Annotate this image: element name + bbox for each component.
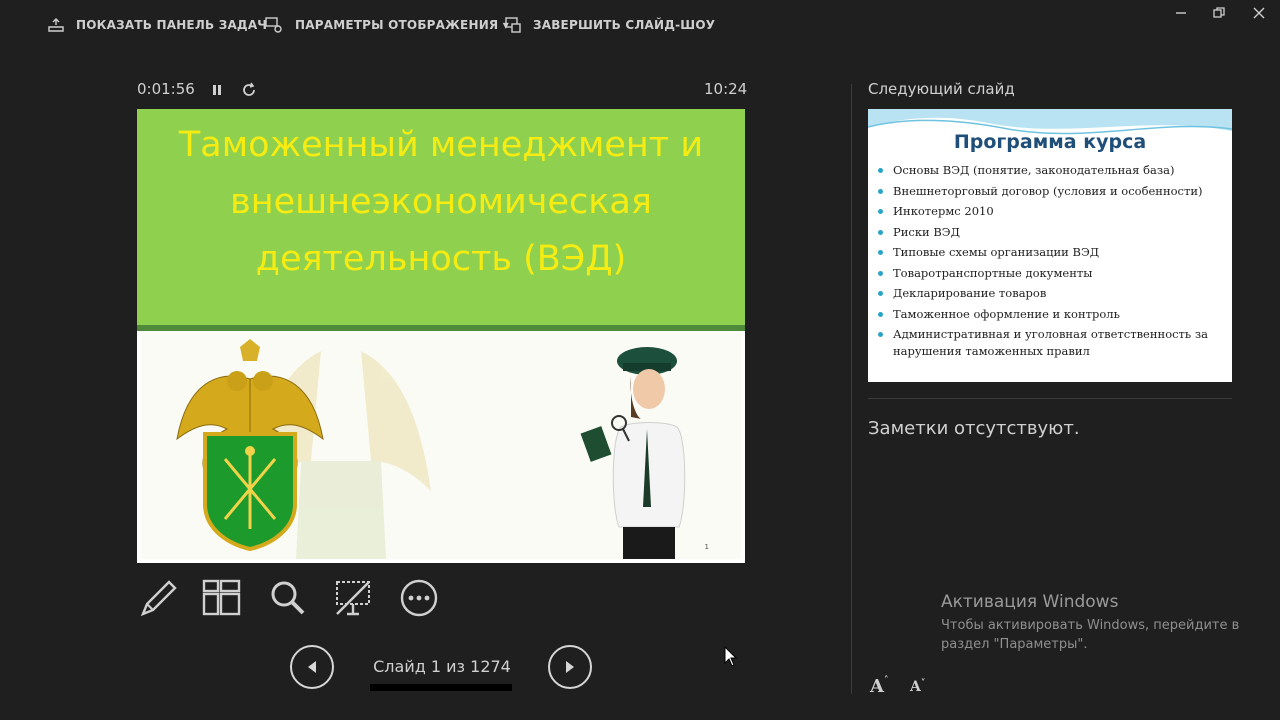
previous-arrow-icon (308, 661, 316, 673)
restart-timer-button[interactable] (240, 80, 260, 100)
pause-timer-button[interactable] (208, 80, 226, 100)
taskbar-icon (48, 18, 64, 32)
previous-slide-button[interactable] (290, 645, 334, 689)
restore-button[interactable] (1208, 4, 1230, 22)
next-slide-title: Программа курса (953, 131, 1147, 153)
list-item: Основы ВЭД (понятие, законодательная баз… (876, 162, 1228, 179)
end-slideshow-icon (505, 17, 521, 33)
current-slide[interactable]: Таможенный менеджмент и внешнеэкономичес… (137, 109, 745, 563)
close-button[interactable] (1248, 4, 1270, 22)
see-all-slides-button[interactable] (200, 577, 242, 619)
list-item: Риски ВЭД (876, 224, 1228, 241)
customs-officer-image (580, 347, 686, 559)
activation-watermark-title: Активация Windows (941, 592, 1119, 612)
list-item: Товаротранспортные документы (876, 265, 1228, 282)
slide-counter-bar (370, 684, 512, 691)
speaker-notes[interactable]: Заметки отсутствуют. (868, 418, 1080, 439)
pause-icon (213, 85, 221, 95)
list-item: Типовые схемы организации ВЭД (876, 244, 1228, 261)
clock: 10:24 (704, 80, 748, 98)
list-item: Внешнеторговый договор (условия и особен… (876, 183, 1228, 200)
slide-page-number: 1 (704, 543, 709, 551)
more-icon (400, 579, 438, 617)
slide-title: Таможенный менеджмент и внешнеэкономичес… (178, 125, 704, 279)
display-settings-icon (265, 17, 283, 33)
decrease-caret-icon: ˅ (920, 679, 926, 689)
display-settings-button[interactable]: ПАРАМЕТРЫ ОТОБРАЖЕНИЯ ▾ (265, 12, 509, 38)
next-slide-preview[interactable]: Программа курса Основы ВЭД (понятие, зак… (868, 109, 1232, 382)
increase-font-button[interactable]: A˄ (870, 676, 888, 697)
decrease-font-button[interactable]: A˅ (910, 679, 925, 695)
list-item: Таможенное оформление и контроль (876, 306, 1228, 323)
show-taskbar-button[interactable]: ПОКАЗАТЬ ПАНЕЛЬ ЗАДАЧ (48, 12, 267, 38)
next-slide-button[interactable] (548, 645, 592, 689)
activation-watermark-text: Чтобы активировать Windows, перейдите в … (941, 618, 1240, 652)
minimize-button[interactable] (1170, 4, 1192, 22)
end-slideshow-label: ЗАВЕРШИТЬ СЛАЙД-ШОУ (533, 18, 716, 32)
list-item: Административная и уголовная ответственн… (876, 326, 1228, 360)
decrease-font-label: A (910, 679, 921, 695)
restart-icon (243, 82, 255, 96)
black-screen-button[interactable] (332, 577, 374, 619)
next-slide-label: Следующий слайд (868, 80, 1015, 98)
mouse-cursor-icon (724, 646, 738, 667)
end-slideshow-button[interactable]: ЗАВЕРШИТЬ СЛАЙД-ШОУ (505, 12, 715, 38)
pen-tool-button[interactable] (136, 577, 178, 619)
elapsed-timer: 0:01:56 (137, 80, 195, 98)
next-arrow-icon (566, 661, 574, 673)
zoom-button[interactable] (266, 577, 308, 619)
minimize-icon (1176, 12, 1186, 14)
all-slides-icon (202, 579, 241, 616)
list-item: Инкотермс 2010 (876, 203, 1228, 220)
magnifier-icon (271, 581, 305, 615)
increase-font-label: A (870, 676, 884, 697)
close-icon (1253, 7, 1265, 19)
next-slide-bullet-list: Основы ВЭД (понятие, законодательная баз… (876, 162, 1228, 364)
display-settings-label: ПАРАМЕТРЫ ОТОБРАЖЕНИЯ ▾ (295, 18, 509, 32)
increase-caret-icon: ˄ (883, 676, 889, 686)
customs-emblem (176, 339, 324, 552)
more-options-button[interactable] (398, 577, 440, 619)
panel-divider (851, 84, 852, 694)
list-item: Декларирование товаров (876, 285, 1228, 302)
slide-image-area: 1 (141, 331, 741, 559)
slide-counter[interactable]: Слайд 1 из 1274 (368, 657, 516, 676)
black-screen-icon (336, 581, 370, 616)
pen-icon (140, 580, 177, 617)
restore-icon (1213, 7, 1225, 18)
show-taskbar-label: ПОКАЗАТЬ ПАНЕЛЬ ЗАДАЧ (76, 18, 268, 32)
notes-separator (868, 398, 1232, 399)
